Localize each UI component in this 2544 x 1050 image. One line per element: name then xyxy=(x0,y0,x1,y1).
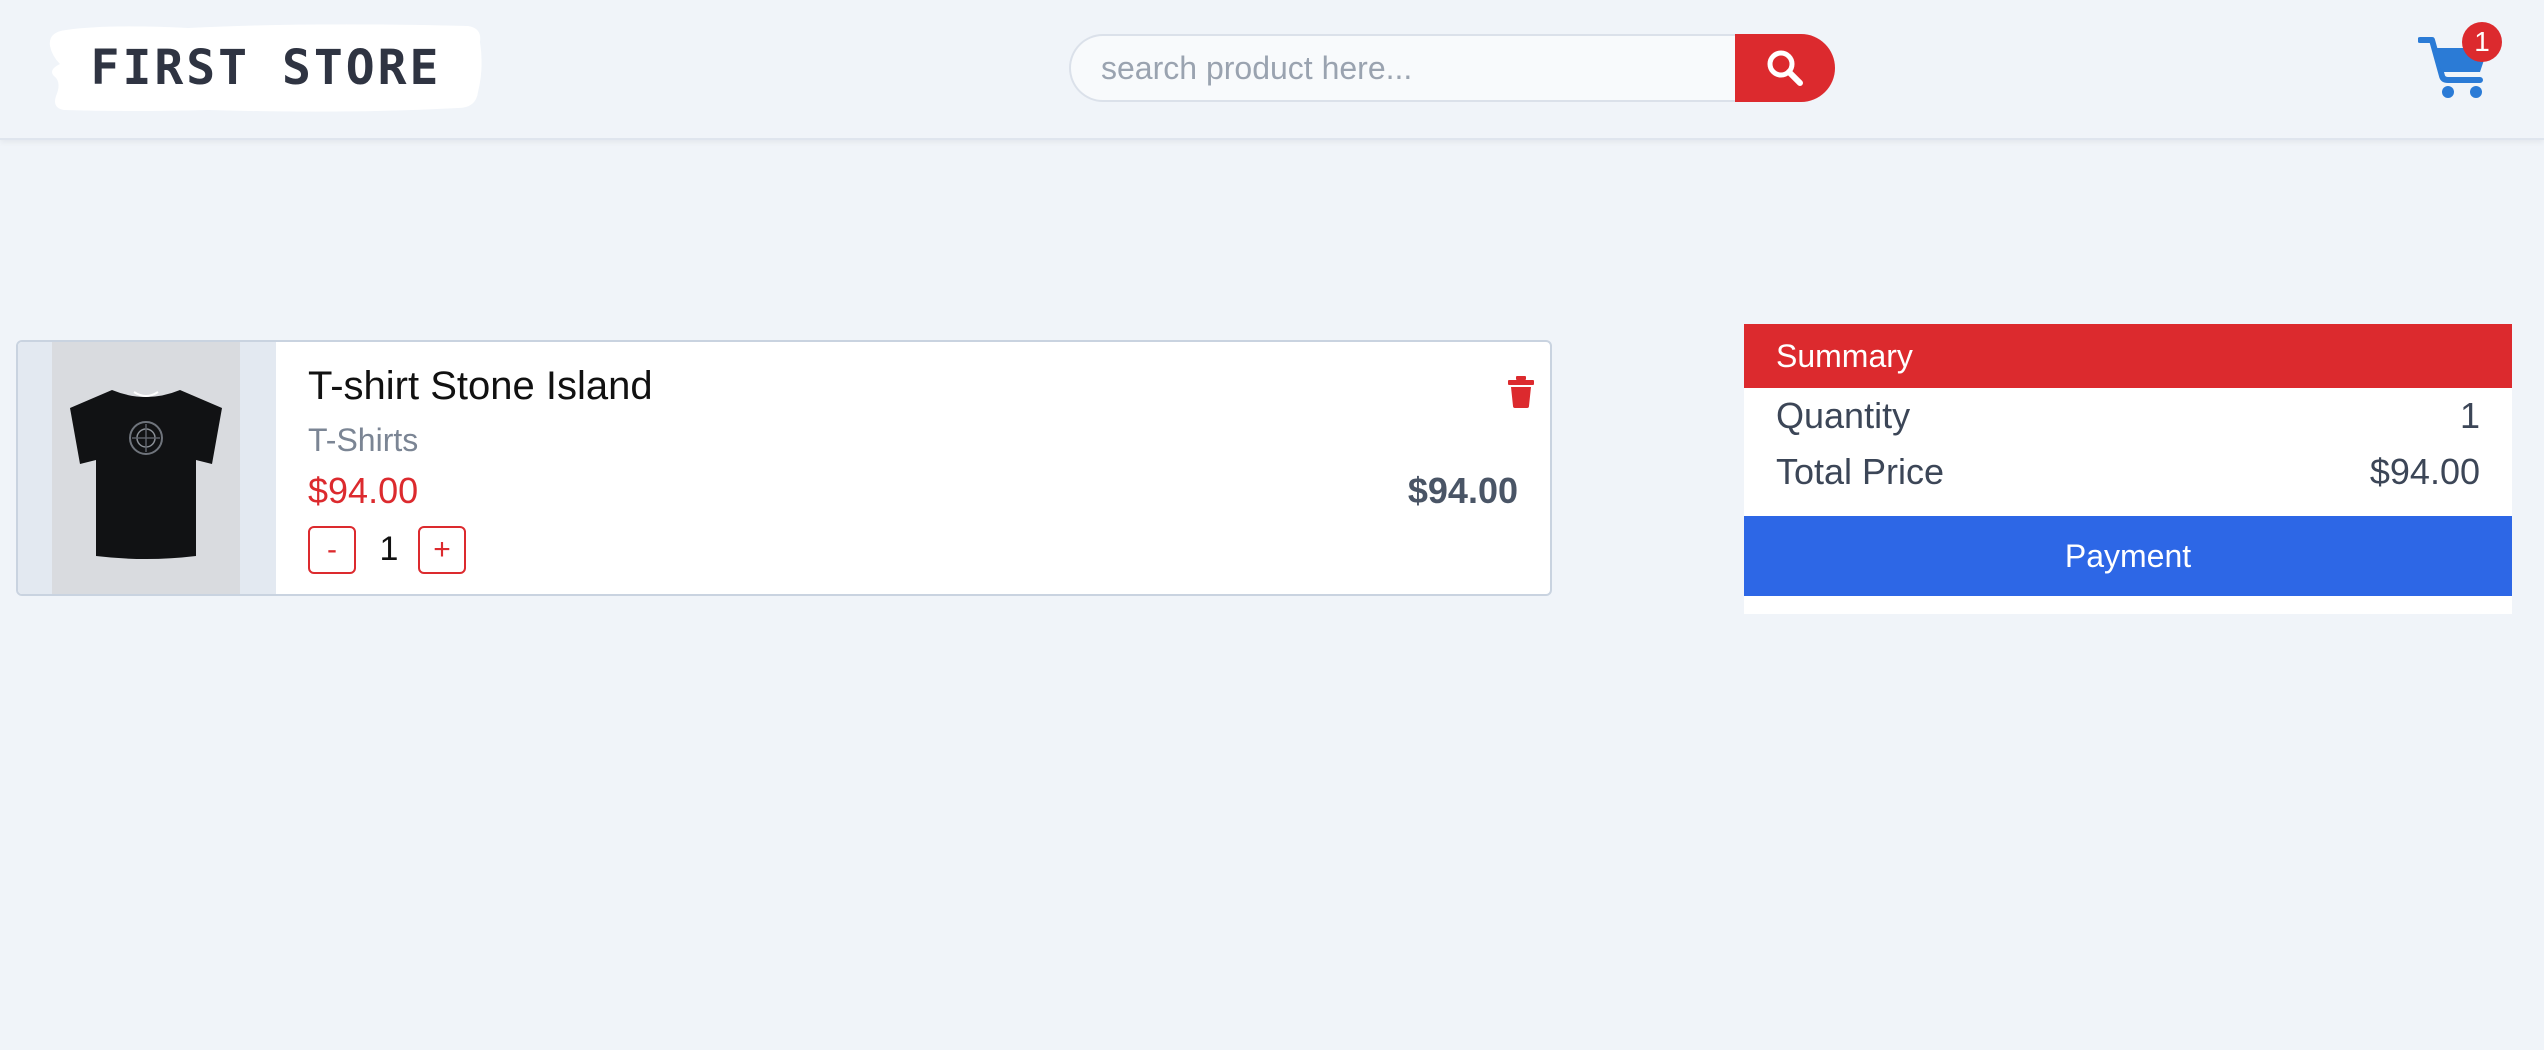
summary-quantity-value: 1 xyxy=(2459,395,2480,436)
summary-total-value: $94.00 xyxy=(2369,451,2480,492)
item-unit-price: $94.00 xyxy=(308,470,419,511)
logo-text: FIRST STORE xyxy=(90,40,442,96)
summary-title: Summary xyxy=(1744,324,2512,388)
search-input[interactable] xyxy=(1069,34,1735,102)
search-button[interactable] xyxy=(1735,34,1835,102)
delete-item-button[interactable] xyxy=(1508,376,1534,408)
item-quantity: 1 xyxy=(379,530,399,568)
increase-quantity-button[interactable]: + xyxy=(418,526,466,574)
cart-count-badge: 1 xyxy=(2462,22,2502,62)
item-total-price: $94.00 xyxy=(1407,470,1518,511)
payment-button[interactable]: Payment xyxy=(1744,516,2512,596)
item-thumbnail[interactable] xyxy=(52,342,240,594)
trash-icon xyxy=(1508,376,1534,408)
summary-quantity-label: Quantity xyxy=(1776,395,1911,436)
summary-total-label: Total Price xyxy=(1776,451,1945,492)
summary-total-row: Total Price $94.00 xyxy=(1776,444,2480,500)
item-name[interactable]: T-shirt Stone Island xyxy=(308,364,653,409)
item-category: T-Shirts xyxy=(308,422,419,458)
search-bar xyxy=(1069,34,1835,102)
search-icon xyxy=(1767,50,1803,86)
top-header: FIRST STORE 1 xyxy=(0,0,2544,140)
store-logo[interactable]: FIRST STORE xyxy=(48,22,484,114)
decrease-quantity-button[interactable]: - xyxy=(308,526,356,574)
summary-quantity-row: Quantity 1 xyxy=(1776,388,2480,444)
order-summary-panel: Summary Quantity 1 Total Price $94.00 Pa… xyxy=(1744,324,2512,614)
cart-item: T-shirt Stone Island T-Shirts $94.00 $94… xyxy=(16,340,1552,596)
tshirt-image xyxy=(70,390,222,559)
